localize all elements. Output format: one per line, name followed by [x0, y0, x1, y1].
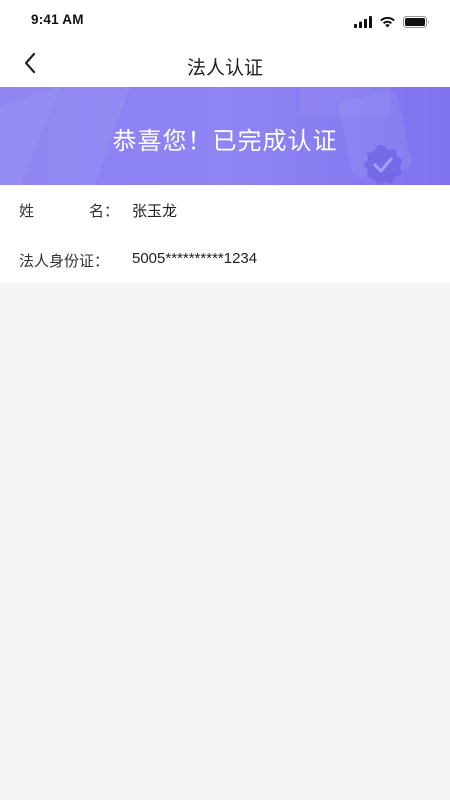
- nav-bar: 法人认证: [0, 42, 450, 87]
- success-banner: 恭喜您！已完成认证: [0, 87, 450, 185]
- id-card-value: 5005**********1234: [132, 250, 258, 267]
- status-bar: 9:41 AM: [0, 0, 450, 42]
- id-card-row: 法人身份证： 5005**********1234: [0, 237, 450, 281]
- status-time: 9:41 AM: [31, 12, 84, 27]
- status-icons: [354, 13, 430, 32]
- page-title: 法人认证: [186, 57, 263, 79]
- name-label-char-1: 姓: [19, 202, 35, 220]
- name-row: 姓 名： 张玉龙: [0, 187, 450, 231]
- banner-message: 恭喜您！已完成认证: [112, 127, 338, 155]
- id-card-label: 法人身份证：: [19, 252, 110, 270]
- wifi-icon: [379, 13, 396, 32]
- name-label: 姓 名：: [19, 200, 119, 221]
- screen: 9:41 AM 法人认证 恭喜您！已完成认证 姓 名： 张玉龙 法人身份证： 5…: [0, 0, 450, 800]
- battery-icon: [403, 13, 430, 32]
- name-label-char-2: 名：: [88, 202, 119, 220]
- cellular-signal-icon: [354, 13, 372, 32]
- info-card: 姓 名： 张玉龙 法人身份证： 5005**********1234: [0, 185, 450, 283]
- name-value: 张玉龙: [132, 203, 178, 220]
